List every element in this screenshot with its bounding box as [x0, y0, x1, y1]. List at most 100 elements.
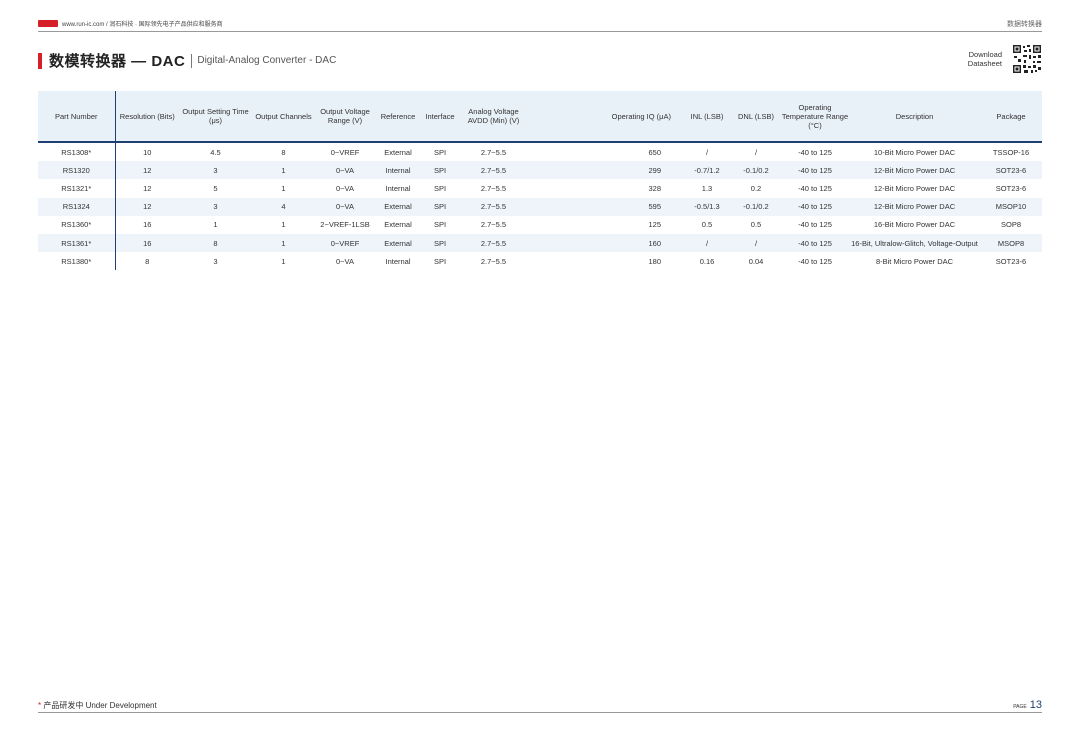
cell-dnl: 0.2: [750, 183, 762, 193]
cell-description: 8-Bit Micro Power DAC: [875, 256, 954, 266]
col-header-voltage-range: Output Voltage Range (V): [315, 91, 375, 143]
cell-dnl: 0.04: [748, 256, 764, 266]
cell-package: SOT23-6: [995, 183, 1027, 193]
cell-interface: SPI: [433, 256, 447, 266]
top-bar: www.run-ic.com / 润石科技 · 国际领先电子产品供应和服务商 数…: [38, 17, 1042, 32]
cell-interface: SPI: [433, 183, 447, 193]
note-text: 产品研发中 Under Development: [43, 701, 157, 710]
cell-reference: Internal: [385, 183, 411, 193]
cell-inl: 1.3: [701, 183, 713, 193]
cell-interface: SPI: [433, 220, 447, 230]
cell-voltage-range: 0~VREF: [330, 147, 360, 157]
qr-code-icon[interactable]: [1012, 44, 1042, 74]
cell-channels: 8: [281, 147, 286, 157]
cell-channels: 1: [281, 183, 286, 193]
download-label: Download: [968, 50, 1002, 59]
cell-setting-time: 5: [213, 183, 218, 193]
cell-interface: SPI: [421, 161, 459, 180]
col-header-temperature: Operating Temperature Range (°C): [781, 91, 849, 143]
cell-voltage-range: 0~VA: [336, 256, 354, 266]
cell-voltage-range: 0~VA: [315, 161, 375, 180]
cell-temperature: -40 to 125: [781, 161, 849, 180]
cell-reference: Internal: [375, 161, 421, 180]
cell-voltage-range: 0~VA: [336, 183, 354, 193]
col-header-package: Package: [980, 91, 1042, 143]
cell-setting-time: 3: [179, 161, 252, 180]
cell-package: MSOP10: [980, 197, 1042, 216]
cell-temperature: -40 to 125: [798, 256, 832, 266]
cell-interface: SPI: [433, 147, 447, 157]
col-header-interface: Interface: [421, 91, 459, 143]
cell-avdd: 2.7~5.5: [480, 183, 507, 193]
cell-description: 16-Bit Micro Power DAC: [873, 220, 956, 230]
dac-product-table: Part Number Resolution (Bits) Output Set…: [38, 91, 1042, 271]
cell-resolution: 12: [115, 197, 179, 216]
col-header-resolution: Resolution (Bits): [115, 91, 179, 143]
cell-setting-time: 8: [179, 233, 252, 253]
cell-operating-iq: 125: [648, 220, 661, 230]
col-header-channels: Output Channels: [252, 91, 315, 143]
cell-description: 10-Bit Micro Power DAC: [873, 147, 956, 157]
page-number: 13: [1029, 699, 1042, 711]
cell-temperature: -40 to 125: [798, 147, 832, 157]
cell-inl: -0.7/1.2: [683, 161, 731, 180]
cell-resolution: 16: [115, 233, 179, 253]
cell-reference: External: [384, 220, 412, 230]
cell-operating-iq: 160: [528, 233, 683, 253]
cell-resolution: 10: [143, 147, 152, 157]
cell-avdd: 2.7~5.5: [480, 147, 507, 157]
cell-temperature: -40 to 125: [798, 220, 832, 230]
cell-dnl: /: [731, 233, 781, 253]
cell-resolution: 12: [115, 161, 179, 180]
cell-channels: 1: [281, 220, 286, 230]
cell-package: MSOP8: [980, 233, 1042, 253]
table-row: RS1324 12 3 4 0~VA External SPI 2.7~5.5 …: [38, 197, 1042, 216]
cell-part-number: RS1320: [38, 161, 116, 180]
cell-reference: Internal: [385, 256, 411, 266]
brand-line: www.run-ic.com / 润石科技 · 国际领先电子产品供应和服务商: [38, 19, 223, 28]
cell-temperature: -40 to 125: [798, 183, 832, 193]
cell-voltage-range: 2~VREF-1LSB: [320, 220, 370, 230]
cell-operating-iq: 180: [648, 256, 661, 266]
section-name: 数据转换器: [1007, 21, 1042, 28]
cell-avdd: 2.7~5.5: [480, 220, 507, 230]
cell-voltage-range: 0~VREF: [315, 233, 375, 253]
cell-temperature: -40 to 125: [781, 197, 849, 216]
table-row: RS1320 12 3 1 0~VA Internal SPI 2.7~5.5 …: [38, 161, 1042, 180]
page-subtitle: Digital-Analog Converter - DAC: [197, 55, 337, 66]
cell-voltage-range: 0~VA: [315, 197, 375, 216]
page-heading: 数模转换器 — DAC Digital-Analog Converter - D…: [38, 50, 336, 71]
cell-channels: 4: [252, 197, 315, 216]
cell-resolution: 16: [143, 220, 152, 230]
cell-operating-iq: 299: [528, 161, 683, 180]
footer-divider: [38, 712, 1042, 713]
cell-inl: 0.5: [701, 220, 713, 230]
cell-temperature: -40 to 125: [781, 233, 849, 253]
cell-part-number: RS1324: [38, 197, 116, 216]
cell-operating-iq: 650: [648, 147, 661, 157]
cell-description: 12-Bit Micro Power DAC: [849, 161, 980, 180]
col-header-setting-time: Output Setting Time (μs): [179, 91, 252, 143]
cell-package: SOT23-6: [980, 161, 1042, 180]
cell-setting-time: 4.5: [210, 147, 221, 157]
cell-channels: 1: [281, 256, 286, 266]
col-header-dnl: DNL (LSB): [731, 91, 781, 143]
cell-part-number: RS1308*: [38, 142, 116, 162]
cell-inl: /: [683, 233, 731, 253]
cell-dnl: -0.1/0.2: [731, 197, 781, 216]
col-header-part-number: Part Number: [38, 91, 116, 143]
cell-operating-iq: 595: [528, 197, 683, 216]
cell-part-number: RS1380*: [38, 252, 116, 271]
cell-part-number: RS1360*: [38, 215, 116, 234]
cell-dnl: -0.1/0.2: [731, 161, 781, 180]
accent-bar: [38, 52, 42, 69]
page-indicator: PAGE 13: [1013, 699, 1042, 711]
cell-package: TSSOP-16: [992, 147, 1030, 157]
cell-channels: 1: [252, 233, 315, 253]
cell-avdd: 2.7~5.5: [480, 256, 507, 266]
cell-reference: External: [375, 197, 421, 216]
page-label: PAGE: [1013, 704, 1027, 710]
cell-avdd: 2.7~5.5: [459, 233, 528, 253]
title-divider: [191, 53, 193, 68]
download-datasheet-link[interactable]: Download Datasheet: [968, 50, 1002, 68]
